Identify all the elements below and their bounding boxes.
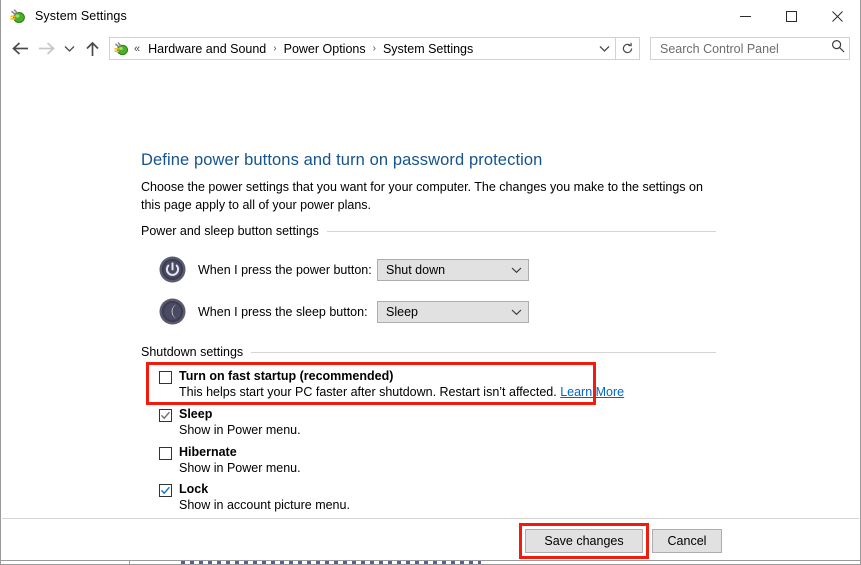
hibernate-checkbox[interactable] <box>159 447 172 460</box>
sleep-button-action-select[interactable]: Sleep <box>377 301 529 323</box>
footer-divider <box>2 518 859 519</box>
bottom-edge-separator <box>129 561 130 564</box>
hibernate-label: Hibernate <box>179 445 237 459</box>
search-icon[interactable] <box>831 39 845 58</box>
sleep-button-setting-row: When I press the sleep button: <box>159 298 368 325</box>
group-header-shutdown: Shutdown settings <box>141 345 716 359</box>
group-header-power-sleep: Power and sleep button settings <box>141 224 716 238</box>
learn-more-link[interactable]: Learn More <box>560 385 624 399</box>
group-rule <box>326 230 716 232</box>
window-title: System Settings <box>35 9 127 23</box>
refresh-icon[interactable] <box>616 37 640 60</box>
fast-startup-description: This helps start your PC faster after sh… <box>179 385 624 399</box>
search-input[interactable] <box>658 40 831 57</box>
group-label: Power and sleep button settings <box>141 224 319 238</box>
up-arrow-icon[interactable] <box>79 36 105 62</box>
address-bar[interactable]: « Hardware and Sound › Power Options › S… <box>109 37 616 60</box>
power-button-action-value: Shut down <box>386 263 446 277</box>
sleep-label: Sleep <box>179 407 213 421</box>
power-button-setting-row: When I press the power button: <box>159 256 372 283</box>
sleep-description: Show in Power menu. <box>179 423 301 437</box>
forward-arrow-icon <box>33 36 59 62</box>
group-label: Shutdown settings <box>141 345 244 359</box>
save-changes-button[interactable]: Save changes <box>525 529 643 553</box>
navigation-bar: « Hardware and Sound › Power Options › S… <box>1 33 860 64</box>
fast-startup-label: Turn on fast startup (recommended) <box>179 369 394 383</box>
minimize-button[interactable] <box>722 0 768 33</box>
lock-label: Lock <box>179 482 209 496</box>
power-plug-icon <box>10 8 27 25</box>
chevron-down-icon <box>511 305 522 319</box>
sleep-checkbox[interactable] <box>159 409 172 422</box>
power-button-label: When I press the power button: <box>198 262 372 277</box>
search-box[interactable] <box>650 37 850 60</box>
lock-checkbox[interactable] <box>159 484 172 497</box>
chevron-down-icon <box>511 263 522 277</box>
hibernate-option: Hibernate Show in Power menu. <box>159 445 301 475</box>
address-dropdown-icon[interactable] <box>595 38 613 59</box>
group-rule <box>251 351 716 353</box>
title-bar: System Settings <box>1 0 860 33</box>
power-button-action-select[interactable]: Shut down <box>377 259 529 281</box>
maximize-button[interactable] <box>768 0 814 33</box>
breadcrumb-item-system-settings[interactable]: System Settings <box>380 40 476 58</box>
sleep-option: Sleep Show in Power menu. <box>159 407 301 437</box>
sleep-button-label: When I press the sleep button: <box>198 304 368 319</box>
bottom-edge-clipped-content <box>181 561 481 564</box>
sleep-moon-icon <box>159 298 186 325</box>
breadcrumb-separator: › <box>372 43 376 54</box>
cancel-button[interactable]: Cancel <box>652 529 722 553</box>
breadcrumb: Hardware and Sound › Power Options › Sys… <box>145 40 595 58</box>
power-button-icon <box>159 256 186 283</box>
fast-startup-option: Turn on fast startup (recommended) This … <box>159 369 624 399</box>
fast-startup-checkbox[interactable] <box>159 371 172 384</box>
system-settings-window: System Settings « Hardware and Sound › P… <box>0 0 861 565</box>
breadcrumb-overflow[interactable]: « <box>134 43 140 55</box>
address-power-plug-icon <box>114 41 130 57</box>
window-controls <box>722 0 860 33</box>
breadcrumb-item-power-options[interactable]: Power Options <box>281 40 369 58</box>
breadcrumb-separator: › <box>273 43 277 54</box>
back-arrow-icon[interactable] <box>7 36 33 62</box>
page-title: Define power buttons and turn on passwor… <box>141 151 543 169</box>
fast-startup-description-text: This helps start your PC faster after sh… <box>179 385 557 399</box>
breadcrumb-item-hardware-and-sound[interactable]: Hardware and Sound <box>145 40 269 58</box>
sleep-button-action-value: Sleep <box>386 305 418 319</box>
page-description: Choose the power settings that you want … <box>141 180 703 212</box>
history-dropdown-icon[interactable] <box>59 36 79 62</box>
lock-option: Lock Show in account picture menu. <box>159 482 350 512</box>
hibernate-description: Show in Power menu. <box>179 461 301 475</box>
close-button[interactable] <box>814 0 860 33</box>
lock-description: Show in account picture menu. <box>179 498 350 512</box>
bottom-window-edge <box>1 560 860 564</box>
